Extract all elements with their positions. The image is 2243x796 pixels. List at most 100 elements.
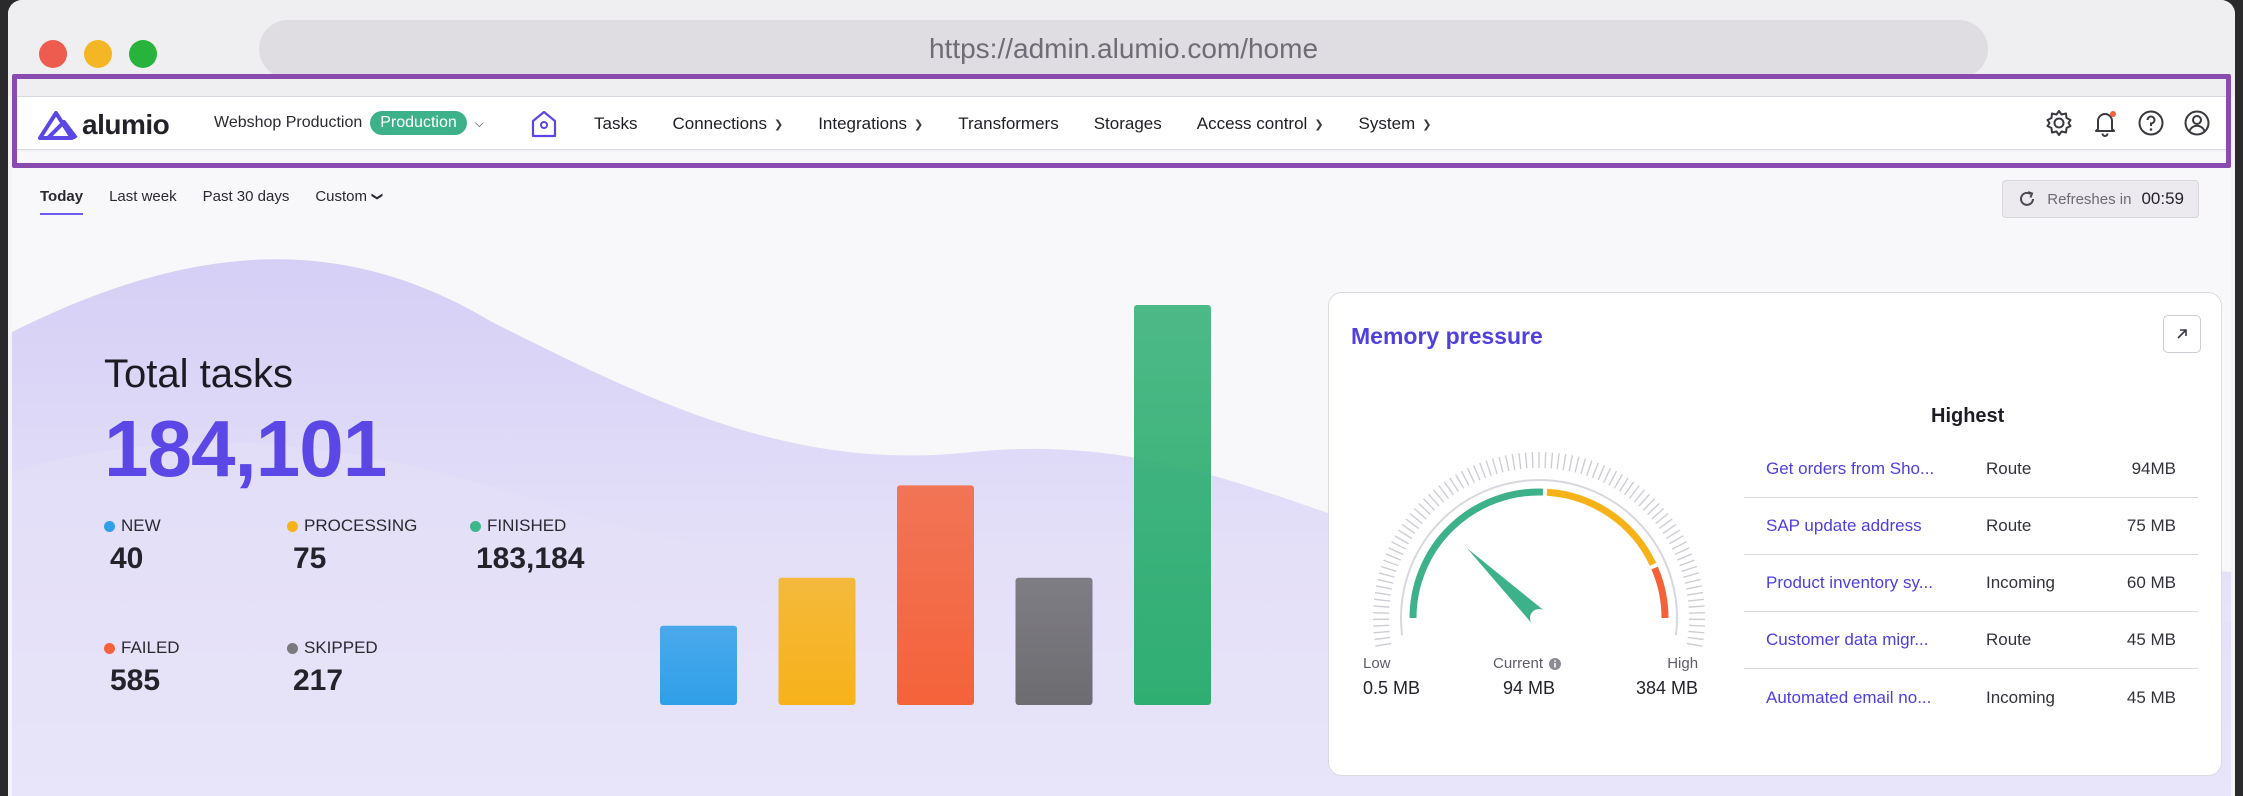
row-type: Incoming (1986, 687, 2055, 707)
nav-access-control[interactable]: Access control ❯ (1197, 114, 1324, 134)
nav-integrations[interactable]: Integrations ❯ (818, 114, 923, 134)
gauge-tick (1443, 481, 1454, 496)
maximize-window-button[interactable] (129, 40, 157, 68)
bar-processing[interactable] (778, 577, 856, 705)
memory-pressure-title: Memory pressure (1351, 323, 1543, 349)
bar-failed[interactable] (897, 485, 974, 705)
table-row: Automated email no... Incoming 45 MB (1744, 669, 2198, 726)
gauge-tick (1379, 572, 1395, 578)
row-name-link[interactable]: Automated email no... (1744, 688, 1974, 708)
gauge-tick (1686, 585, 1703, 590)
gauge-tick (1618, 477, 1629, 492)
refresh-icon (2020, 191, 2035, 206)
gauge-tick (1472, 465, 1481, 481)
row-name-link[interactable]: Customer data migr... (1744, 630, 1974, 650)
gauge-tick (1449, 477, 1460, 492)
nav-transformers-label: Transformers (958, 114, 1059, 133)
gauge-tick (1674, 547, 1690, 556)
memory-gauge (1372, 452, 1706, 647)
gauge-current-value: 94 MB (1503, 678, 1556, 698)
gauge-current-label: Current (1493, 655, 1544, 672)
gauge-tick (1683, 572, 1699, 578)
gauge-tick (1413, 507, 1427, 520)
gauge-tick (1377, 578, 1394, 584)
gauge-tick (1391, 541, 1407, 550)
gauge-tick (1687, 636, 1704, 641)
expand-button[interactable] (2163, 315, 2201, 353)
nav-system[interactable]: System ❯ (1359, 114, 1432, 134)
gauge-tick (1460, 470, 1470, 486)
home-icon[interactable] (531, 110, 557, 143)
bar-skipped[interactable] (1015, 577, 1093, 705)
bar-finished[interactable] (1134, 305, 1211, 705)
gauge-tick (1401, 523, 1416, 535)
nav-tasks-label: Tasks (594, 114, 638, 133)
gauge-tick (1518, 453, 1522, 470)
row-type: Route (1986, 630, 2032, 649)
bell-icon[interactable] (2091, 109, 2119, 137)
header-actions (2045, 109, 2211, 137)
gauge-segment-yellow (1546, 488, 1657, 566)
gear-icon[interactable] (2045, 109, 2073, 137)
gauge-tick (1647, 503, 1660, 516)
gauge-tick (1479, 462, 1487, 479)
gauge-low-value: 0.5 MB (1363, 678, 1421, 698)
gauge-tick (1688, 624, 1705, 627)
tasks-bar-chart (660, 305, 1211, 705)
nav-transformers[interactable]: Transformers (958, 114, 1058, 134)
refresh-countdown: 00:59 (2141, 189, 2184, 208)
alumio-logo[interactable]: alumio (38, 109, 170, 141)
refresh-button[interactable]: Refreshes in 00:59 (2002, 180, 2199, 218)
gauge-tick (1491, 458, 1498, 475)
gauge-tick (1397, 529, 1413, 540)
gauge-tick (1686, 642, 1703, 647)
nav-integrations-label: Integrations (818, 114, 908, 133)
gauge-tick (1677, 553, 1693, 561)
nav-connections[interactable]: Connections ❯ (672, 114, 783, 134)
nav-access-control-label: Access control (1196, 114, 1308, 133)
gauge-tick (1373, 630, 1390, 634)
gauge-tick (1433, 489, 1445, 503)
row-size: 94MB (2131, 459, 2176, 478)
help-icon[interactable] (2137, 109, 2165, 137)
row-type: Route (1986, 459, 2032, 478)
bar-new[interactable] (660, 625, 737, 705)
info-icon[interactable] (1548, 657, 1562, 671)
gauge-tick (1394, 535, 1410, 545)
gauge-tick (1418, 503, 1431, 516)
address-bar[interactable]: https://admin.alumio.com/home (259, 20, 1988, 78)
refresh-label: Refreshes in (2047, 190, 2132, 208)
minimize-window-button[interactable] (84, 40, 112, 68)
table-row: Customer data migr... Route 45 MB (1744, 612, 2198, 669)
gauge-tick (1375, 585, 1392, 590)
gauge-tick (1613, 474, 1624, 489)
gauge-tick (1687, 598, 1705, 602)
gauge-tick (1655, 513, 1669, 525)
nav-storages-label: Storages (1093, 114, 1162, 133)
row-name-link[interactable]: SAP update address (1744, 516, 1974, 536)
gauge-tick (1375, 642, 1392, 647)
close-window-button[interactable] (39, 40, 67, 68)
gauge-tick (1531, 452, 1534, 469)
gauge-tick (1550, 452, 1554, 469)
gauge-track (1400, 479, 1678, 636)
gauge-tick (1591, 462, 1599, 479)
nav-tasks[interactable]: Tasks (594, 114, 637, 134)
row-name-link[interactable]: Get orders from Sho... (1744, 459, 1974, 479)
gauge-tick (1373, 611, 1390, 614)
environment-selector[interactable]: Webshop Production Production ⌵ (214, 111, 484, 135)
gauge-low-label: Low (1363, 655, 1391, 672)
gauge-tick (1628, 485, 1640, 499)
gauge-tick (1405, 518, 1420, 530)
gauge-tick (1454, 474, 1465, 489)
highest-title: Highest (1931, 405, 2005, 427)
row-size: 45 MB (2126, 687, 2176, 707)
gauge-tick (1556, 453, 1560, 470)
nav-storages[interactable]: Storages (1094, 114, 1162, 134)
user-icon[interactable] (2183, 109, 2211, 137)
gauge-current: Current 94 MB (1493, 655, 1562, 699)
gauge-tick (1373, 624, 1390, 627)
table-row: SAP update address Route 75 MB (1744, 498, 2198, 555)
row-name-link[interactable]: Product inventory sy... (1744, 573, 1974, 593)
chevron-down-icon: ❯ (773, 118, 784, 131)
